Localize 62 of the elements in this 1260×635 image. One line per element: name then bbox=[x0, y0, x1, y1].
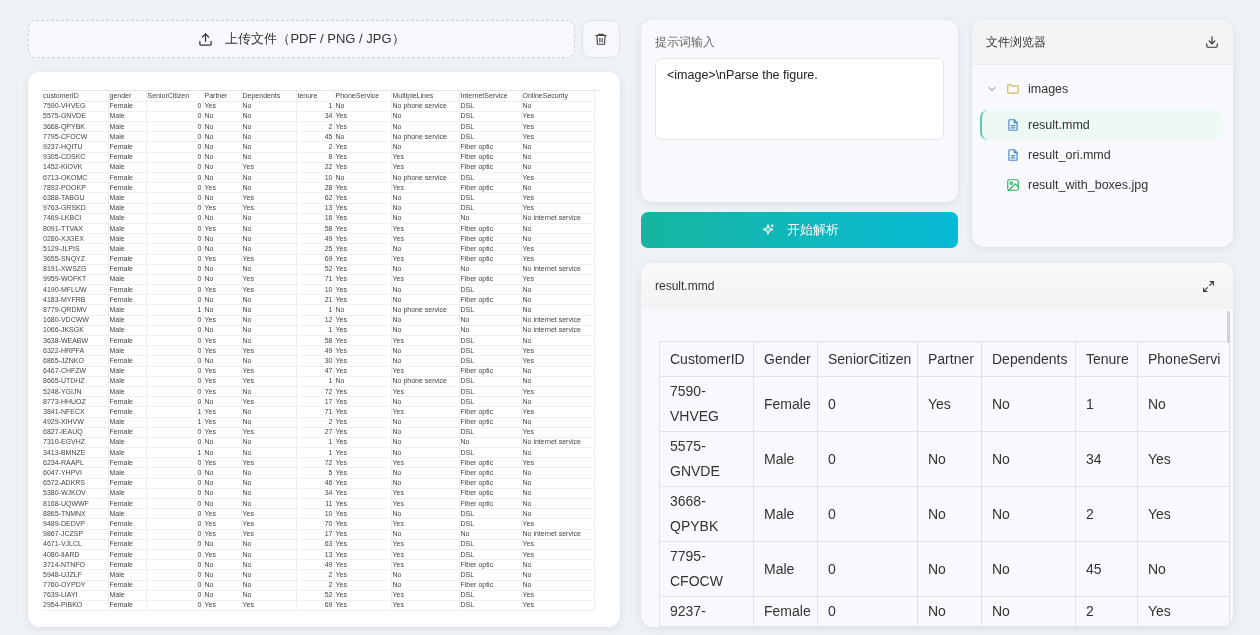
table-cell: No bbox=[981, 541, 1076, 597]
document-icon bbox=[1006, 118, 1020, 132]
field-label: 提示词输入 bbox=[655, 34, 716, 51]
folder-icon bbox=[1006, 82, 1020, 96]
table-cell: 0 bbox=[817, 376, 918, 432]
trash-icon bbox=[594, 32, 608, 46]
table-cell: 0 bbox=[817, 486, 918, 542]
table-cell: No bbox=[981, 596, 1076, 627]
table-cell: No bbox=[981, 431, 1076, 487]
table-cell: No bbox=[917, 596, 982, 627]
table-cell: 9237- bbox=[659, 596, 754, 627]
tree-item[interactable]: result_ori.mmd bbox=[980, 140, 1223, 170]
upload-icon bbox=[198, 31, 214, 47]
table-cell: 0 bbox=[817, 596, 918, 627]
table-cell: No bbox=[917, 541, 982, 597]
table-cell: 0 bbox=[817, 541, 918, 597]
table-cell: Yes bbox=[1137, 486, 1230, 542]
column-header: Dependents bbox=[981, 341, 1076, 377]
upload-button[interactable]: 上传文件（PDF / PNG / JPG） bbox=[28, 20, 575, 58]
tree-item[interactable]: result_with_boxes.jpg bbox=[980, 170, 1223, 200]
table-cell: Yes bbox=[917, 376, 982, 432]
table-cell: 1 bbox=[1075, 376, 1138, 432]
column-header: PhoneServi bbox=[1137, 341, 1230, 377]
column-header: CustomerID bbox=[659, 341, 754, 377]
table-cell: 7795-CFOCW bbox=[659, 541, 754, 597]
column-header: Partner bbox=[917, 341, 982, 377]
table-cell: Male bbox=[753, 486, 818, 542]
image-file-icon bbox=[1006, 178, 1020, 192]
tree-item[interactable]: result.mmd bbox=[980, 110, 1223, 140]
table-cell: Female bbox=[753, 596, 818, 627]
table-cell: No bbox=[1137, 541, 1230, 597]
table-cell: Male bbox=[753, 431, 818, 487]
table-cell: Yes bbox=[1137, 431, 1230, 487]
tree-item[interactable]: images bbox=[980, 74, 1223, 104]
table-cell: Yes bbox=[1137, 596, 1230, 627]
table-cell: No bbox=[981, 376, 1076, 432]
table-cell: 7590-VHVEG bbox=[659, 376, 754, 432]
table-cell: No bbox=[981, 486, 1076, 542]
table-cell: No bbox=[917, 431, 982, 487]
table-cell: 5575-GNVDE bbox=[659, 431, 754, 487]
table-cell: Female bbox=[753, 376, 818, 432]
table-cell: 2 bbox=[1075, 596, 1138, 627]
column-header: SeniorCitizen bbox=[817, 341, 918, 377]
table-cell: 2 bbox=[1075, 486, 1138, 542]
table-cell: Male bbox=[753, 541, 818, 597]
table-cell: 0 bbox=[817, 431, 918, 487]
column-header: Tenure bbox=[1075, 341, 1138, 377]
column-header: Gender bbox=[753, 341, 818, 377]
table-cell: 45 bbox=[1075, 541, 1138, 597]
panel-title: result.mmd bbox=[655, 279, 715, 293]
scrollbar-thumb[interactable] bbox=[1227, 311, 1230, 343]
expand-icon bbox=[1202, 279, 1215, 293]
panel-title: 文件浏览器 bbox=[986, 33, 1046, 51]
document-icon bbox=[1006, 148, 1020, 162]
prompt-field[interactable]: <image>\nParse the figure. bbox=[655, 58, 944, 140]
sparkle-icon bbox=[760, 223, 775, 237]
table-cell: 3668-QPYBK bbox=[659, 486, 754, 542]
table-cell: No bbox=[917, 486, 982, 542]
download-icon bbox=[1205, 35, 1219, 49]
table-cell: No bbox=[1137, 376, 1230, 432]
table-cell: 34 bbox=[1075, 431, 1138, 487]
delete-button[interactable] bbox=[582, 20, 620, 58]
